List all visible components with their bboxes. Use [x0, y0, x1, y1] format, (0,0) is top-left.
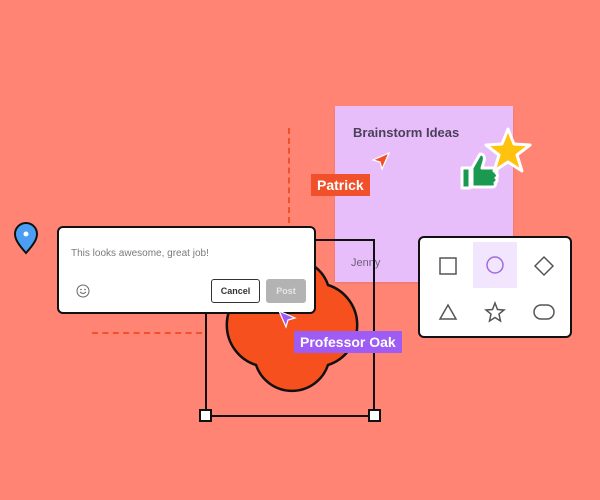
patrick-cursor-label: Patrick — [311, 174, 370, 196]
location-pin-icon[interactable] — [12, 220, 40, 256]
sticky-note-title: Brainstorm Ideas — [353, 125, 460, 140]
resize-handle-bottom-right[interactable] — [368, 409, 381, 422]
patrick-cursor-icon — [371, 151, 391, 171]
resize-handle-bottom-left[interactable] — [199, 409, 212, 422]
star-icon — [484, 301, 506, 323]
shape-rounded-rectangle[interactable] — [522, 292, 566, 332]
shape-diamond[interactable] — [522, 246, 566, 286]
shape-star[interactable] — [473, 292, 517, 332]
cancel-button[interactable]: Cancel — [211, 279, 260, 303]
alignment-guide-horizontal — [92, 332, 202, 334]
circle-icon — [486, 256, 504, 274]
square-icon — [439, 257, 457, 275]
shape-triangle[interactable] — [426, 292, 470, 332]
triangle-icon — [438, 303, 458, 320]
rounded-rectangle-icon — [533, 304, 555, 320]
diamond-icon — [533, 255, 555, 277]
shape-circle[interactable] — [473, 242, 517, 288]
star-sticker-icon[interactable] — [482, 126, 534, 176]
alignment-guide-vertical — [288, 128, 290, 223]
comment-box: This looks awesome, great job! Cancel Po… — [57, 226, 316, 314]
emoji-icon[interactable] — [76, 284, 90, 298]
comment-input[interactable]: This looks awesome, great job! — [71, 248, 209, 259]
post-button[interactable]: Post — [266, 279, 306, 303]
professor-oak-cursor-label: Professor Oak — [294, 331, 402, 353]
professor-oak-cursor-icon — [277, 309, 297, 329]
shape-picker — [418, 236, 572, 338]
shape-square[interactable] — [426, 246, 470, 286]
